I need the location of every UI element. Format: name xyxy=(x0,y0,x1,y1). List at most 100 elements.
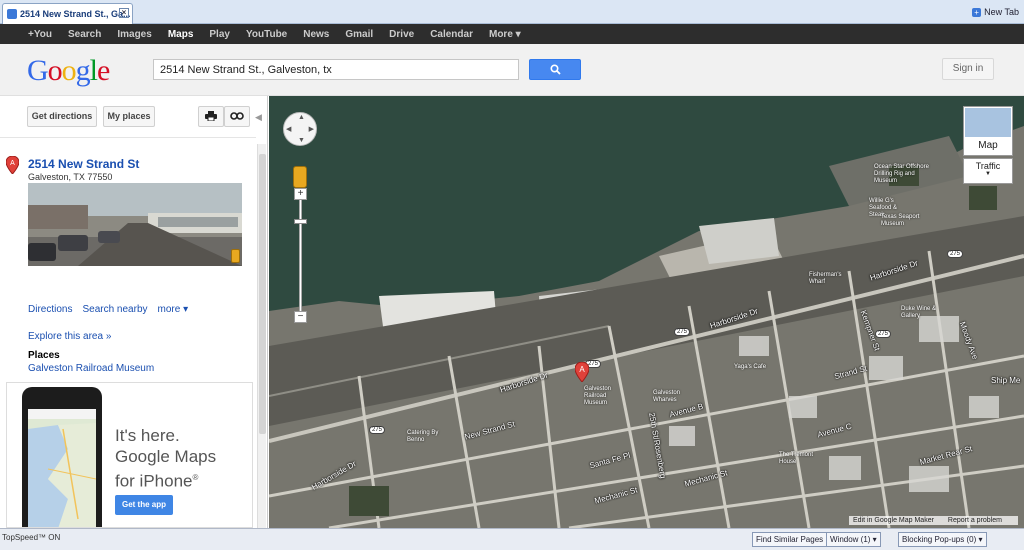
place-title-link[interactable]: 2514 New Strand St xyxy=(28,157,139,171)
link-icon xyxy=(230,112,244,120)
zoom-out-button[interactable]: − xyxy=(294,311,307,323)
poi-fishermans-wharf[interactable]: Fisherman's Wharf xyxy=(809,272,849,286)
ad-headline: It's here. Google Maps for iPhone® xyxy=(115,425,216,492)
new-tab-label: New Tab xyxy=(984,7,1019,17)
poi-tremont-house[interactable]: The Tremont House xyxy=(779,452,819,466)
browser-tab-bar: 2514 New Strand St., Ga... × + New Tab xyxy=(0,0,1024,24)
new-tab-button[interactable]: + New Tab xyxy=(972,7,1019,17)
poi-galveston-wharves[interactable]: Galveston Wharves xyxy=(653,390,693,404)
logo-letter: G xyxy=(27,54,49,87)
print-button[interactable] xyxy=(198,106,224,127)
traffic-layer-button[interactable]: Traffic ▼ xyxy=(963,158,1013,184)
gbar-item[interactable]: YouTube xyxy=(246,29,287,40)
map-pin-letter: A xyxy=(579,365,585,374)
place-address: Galveston, TX 77550 xyxy=(28,172,113,182)
gbar-item[interactable]: Search xyxy=(68,29,101,40)
browser-tab[interactable]: 2514 New Strand St., Ga... × xyxy=(2,3,133,24)
tab-close-icon[interactable]: × xyxy=(119,8,129,18)
highway-shield: 275 xyxy=(369,426,386,434)
iphone-illustration xyxy=(22,387,102,527)
report-problem-link[interactable]: Report a problem xyxy=(948,517,1002,524)
get-directions-button[interactable]: Get directions xyxy=(27,106,97,127)
gbar-item[interactable]: News xyxy=(303,29,329,40)
place-actions: Directions Search nearby more ▾ xyxy=(28,304,188,315)
ad-line-3: for iPhone xyxy=(115,471,193,491)
ad-line-2: Google Maps xyxy=(115,447,217,466)
gbar-item[interactable]: More ▾ xyxy=(489,29,521,40)
search-icon xyxy=(549,64,561,75)
window-label: Window (1) xyxy=(830,535,871,544)
zoom-slider-track[interactable] xyxy=(299,192,302,320)
pan-left-icon[interactable]: ◀ xyxy=(286,125,291,133)
explore-area-link[interactable]: Explore this area » xyxy=(28,331,111,342)
google-logo[interactable]: Google xyxy=(27,54,110,88)
panel-scrollbar[interactable] xyxy=(257,144,266,528)
maps-header: Google Sign in xyxy=(0,44,1024,96)
gbar-item[interactable]: Play xyxy=(209,29,230,40)
pin-letter: A xyxy=(10,160,15,167)
gbar-item[interactable]: Gmail xyxy=(345,29,373,40)
window-count-button[interactable]: Window (1) ▾ xyxy=(826,532,881,547)
edit-in-map-maker-link[interactable]: Edit in Google Map Maker xyxy=(853,517,934,524)
gbar-item[interactable]: Maps xyxy=(168,29,194,40)
browser-status-bar: TopSpeed™ ON Find Similar Pages Window (… xyxy=(0,528,1024,550)
link-button[interactable] xyxy=(224,106,250,127)
zoom-slider-thumb[interactable] xyxy=(294,219,307,224)
street-view-thumbnail[interactable] xyxy=(28,183,242,266)
gbar-item[interactable]: Drive xyxy=(389,29,414,40)
logo-letter: l xyxy=(89,54,98,87)
map-type-button[interactable]: Map xyxy=(963,106,1013,156)
pegman-street-view-icon[interactable] xyxy=(293,166,307,188)
popup-label: Blocking Pop-ups (0) xyxy=(902,535,977,544)
poi-railroad-museum[interactable]: Galveston Railroad Museum xyxy=(584,386,624,407)
gbar-item[interactable]: Calendar xyxy=(430,29,473,40)
pan-up-icon[interactable]: ▲ xyxy=(298,114,305,121)
maps-favicon-icon xyxy=(7,9,17,19)
highway-shield: 275 xyxy=(674,328,691,336)
sign-in-button[interactable]: Sign in xyxy=(942,58,994,80)
poi-texas-seaport[interactable]: Texas Seaport Museum xyxy=(881,214,926,228)
road-label-ship-me: Ship Me xyxy=(991,376,1021,385)
google-nav-bar: +You Search Images Maps Play YouTube News Gmail… xyxy=(0,24,1024,44)
search-input[interactable] xyxy=(153,59,519,80)
result-pin-icon: A xyxy=(6,156,19,174)
logo-letter: e xyxy=(97,54,110,87)
search-button[interactable] xyxy=(529,59,581,80)
directions-link[interactable]: Directions xyxy=(28,304,72,315)
search-nearby-link[interactable]: Search nearby xyxy=(82,304,147,315)
my-places-button[interactable]: My places xyxy=(103,106,155,127)
panel-toolbar: Get directions My places xyxy=(0,96,256,138)
get-the-app-button[interactable]: Get the app xyxy=(115,495,173,515)
pan-right-icon[interactable]: ▶ xyxy=(309,125,314,133)
tab-title: 2514 New Strand St., Ga... xyxy=(20,9,131,19)
pan-control[interactable]: ▲ ▼ ◀ ▶ xyxy=(283,112,317,146)
pegman-icon xyxy=(231,249,240,263)
topspeed-status: TopSpeed™ ON xyxy=(2,533,61,542)
gbar-item[interactable]: Images xyxy=(117,29,151,40)
logo-letter: o xyxy=(61,54,77,87)
location-pin-icon[interactable]: A xyxy=(575,362,589,382)
pan-down-icon[interactable]: ▼ xyxy=(298,137,305,144)
logo-letter: o xyxy=(47,54,63,87)
zoom-in-button[interactable]: + xyxy=(294,188,307,200)
scrollbar-thumb[interactable] xyxy=(259,154,266,434)
globe-thumbnail-icon xyxy=(965,108,1011,137)
gbar-item[interactable]: +You xyxy=(28,29,52,40)
poi-duke-wine[interactable]: Duke Wine & Gallery xyxy=(901,306,941,320)
traffic-label: Traffic xyxy=(975,161,1001,171)
poi-yagas-cafe[interactable]: Yaga's Cafe xyxy=(734,364,774,371)
poi-catering-benno[interactable]: Catering By Benno xyxy=(407,430,447,444)
ad-line-1: It's here. xyxy=(115,426,180,445)
popup-blocker-button[interactable]: Blocking Pop-ups (0) ▾ xyxy=(898,532,987,547)
collapse-panel-icon[interactable]: ◀ xyxy=(255,112,262,123)
more-link[interactable]: more ▾ xyxy=(158,304,189,315)
satellite-map[interactable]: ▲ ▼ ◀ ▶ + − Map Traffic ▼ Harborside Dr … xyxy=(269,96,1024,528)
find-similar-pages-button[interactable]: Find Similar Pages xyxy=(752,532,828,547)
chevron-down-icon: ▼ xyxy=(985,171,991,177)
plus-icon: + xyxy=(972,7,982,17)
iphone-app-ad: It's here. Google Maps for iPhone® Get t… xyxy=(6,382,253,528)
printer-icon xyxy=(205,111,217,122)
poi-ocean-star[interactable]: Ocean Star Offshore Drilling Rig and Mus… xyxy=(874,164,934,185)
places-link[interactable]: Galveston Railroad Museum xyxy=(28,363,154,374)
map-type-label: Map xyxy=(978,140,998,151)
